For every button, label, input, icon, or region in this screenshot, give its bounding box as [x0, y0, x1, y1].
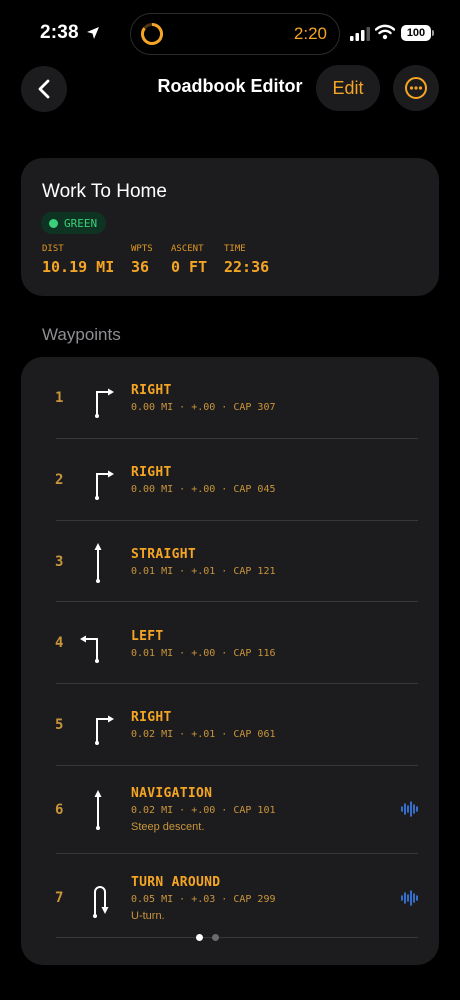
page-dot-active[interactable]: [196, 934, 203, 941]
stat-time: TIME 22:36: [224, 244, 269, 276]
waypoint-action: RIGHT: [131, 383, 172, 398]
waypoint-number: 7: [55, 890, 64, 906]
u-turn-icon: [93, 886, 109, 918]
waypoint-action: RIGHT: [131, 710, 172, 725]
status-time: 2:38: [40, 22, 79, 43]
back-button[interactable]: [21, 66, 67, 112]
turn-left-icon: [80, 635, 99, 663]
waypoint-number: 6: [55, 802, 64, 818]
waypoint-meta: 0.00 MI · +.00 · CAP 307: [131, 402, 276, 413]
stat-waypoints: WPTS 36: [131, 244, 153, 276]
waypoint-number: 1: [55, 390, 64, 406]
stat-value: 0 FT: [171, 258, 208, 276]
stat-label: ASCENT: [171, 244, 204, 254]
waypoint-note: Steep descent.: [131, 821, 205, 833]
waypoint-action: NAVIGATION: [131, 786, 213, 801]
page-dot[interactable]: [212, 934, 219, 941]
waypoint-row[interactable]: 3 STRAIGHT 0.01 MI · +.01 · CAP 121: [21, 521, 439, 603]
more-options-button[interactable]: [393, 65, 439, 111]
route-summary-card[interactable]: Work To Home GREEN DIST 10.19 MI WPTS 36…: [21, 158, 439, 296]
status-bar: 2:38 2:20 100: [0, 0, 460, 66]
waypoint-row[interactable]: 1 RIGHT 0.00 MI · +.00 · CAP 307: [21, 357, 439, 439]
stat-value: 22:36: [224, 258, 270, 276]
waypoint-meta: 0.02 MI · +.00 · CAP 101: [131, 805, 276, 816]
straight-arrow-icon: [94, 790, 102, 830]
waypoint-row[interactable]: 5 RIGHT 0.02 MI · +.01 · CAP 061: [21, 684, 439, 766]
waypoint-meta: 0.05 MI · +.03 · CAP 299: [131, 894, 276, 905]
page-indicator[interactable]: [196, 934, 219, 941]
waypoint-action: RIGHT: [131, 465, 172, 480]
waypoint-meta: 0.01 MI · +.00 · CAP 116: [131, 648, 276, 659]
stat-value: 36: [131, 258, 150, 276]
ellipsis-circle-icon: [405, 77, 427, 99]
section-title-waypoints: Waypoints: [42, 325, 121, 344]
waypoint-row[interactable]: 7 TURN AROUND 0.05 MI · +.03 · CAP 299 U…: [21, 854, 439, 944]
wifi-icon: [375, 24, 395, 40]
divider: [56, 937, 418, 938]
edit-button[interactable]: Edit: [316, 65, 380, 111]
waypoint-action: TURN AROUND: [131, 875, 221, 890]
status-badge: GREEN: [41, 212, 107, 234]
signal-icon: [350, 27, 370, 41]
status-badge-label: GREEN: [64, 216, 98, 230]
timer-ring-icon: [141, 23, 164, 45]
straight-arrow-icon: [94, 543, 102, 583]
status-dot-icon: [49, 218, 58, 228]
dynamic-island[interactable]: 2:20: [130, 13, 340, 55]
route-name: Work To Home: [42, 181, 167, 202]
waypoint-action: STRAIGHT: [131, 547, 197, 562]
waypoints-list: 1 RIGHT 0.00 MI · +.00 · CAP 307 2 RIGHT…: [21, 357, 439, 965]
stat-label: TIME: [224, 244, 246, 254]
waypoint-meta: 0.01 MI · +.01 · CAP 121: [131, 566, 276, 577]
location-arrow-icon: [87, 27, 99, 39]
stat-label: DIST: [42, 244, 64, 254]
waypoint-note: U-turn.: [131, 910, 165, 922]
chevron-left-icon: [38, 79, 50, 99]
audio-waveform-icon[interactable]: [401, 801, 419, 817]
waypoint-row[interactable]: 4 LEFT 0.01 MI · +.00 · CAP 116: [21, 602, 439, 684]
waypoint-meta: 0.00 MI · +.00 · CAP 045: [131, 484, 276, 495]
stat-label: WPTS: [131, 244, 153, 254]
island-timer: 2:20: [293, 24, 327, 43]
battery-cap: [432, 30, 434, 36]
stat-distance: DIST 10.19 MI: [42, 244, 114, 276]
waypoint-number: 3: [55, 554, 64, 570]
waypoint-number: 5: [55, 717, 64, 733]
waypoint-row[interactable]: 6 NAVIGATION 0.02 MI · +.00 · CAP 101 St…: [21, 766, 439, 854]
waypoint-row[interactable]: 2 RIGHT 0.00 MI · +.00 · CAP 045: [21, 439, 439, 521]
battery-indicator: 100: [401, 25, 431, 41]
waypoint-action: LEFT: [131, 629, 164, 644]
turn-right-icon: [95, 470, 114, 500]
stat-ascent: ASCENT 0 FT: [171, 244, 207, 276]
battery-level: 100: [406, 27, 426, 39]
waypoint-meta: 0.02 MI · +.01 · CAP 061: [131, 729, 276, 740]
page-title: Roadbook Editor: [157, 76, 303, 96]
waypoint-number: 4: [55, 635, 64, 651]
waypoint-number: 2: [55, 472, 64, 488]
audio-waveform-icon[interactable]: [401, 890, 419, 906]
stat-value: 10.19 MI: [42, 258, 115, 276]
turn-right-icon: [95, 715, 114, 745]
turn-right-icon: [95, 388, 114, 418]
